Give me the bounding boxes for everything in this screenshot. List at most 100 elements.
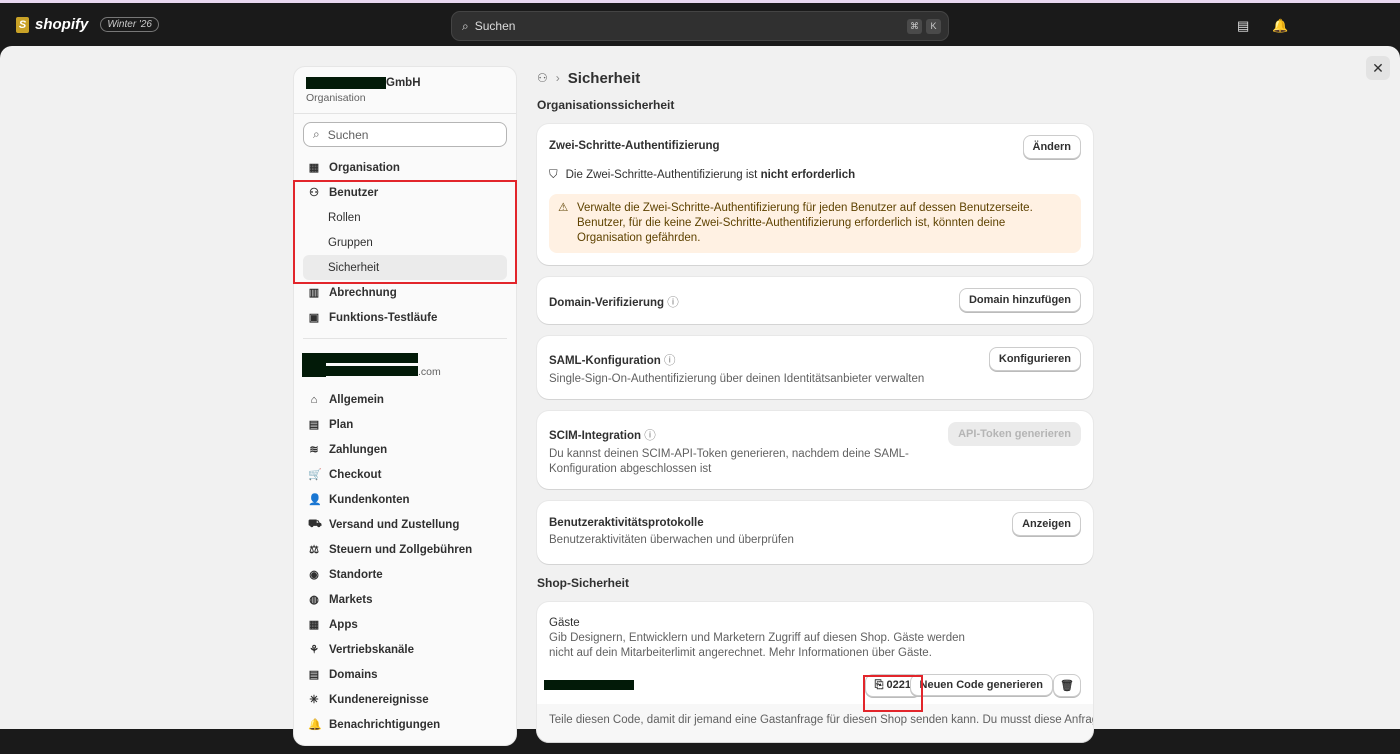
label: Kundenkonten <box>329 493 410 506</box>
sidebar-item-checkout[interactable]: 🛒 Checkout <box>294 462 516 487</box>
sidebar-item-zahlungen[interactable]: ≋ Zahlungen <box>294 437 516 462</box>
redacted-block <box>306 77 386 89</box>
store-icon[interactable]: ▤ <box>1237 18 1249 34</box>
sidebar-item-plan[interactable]: ▤ Plan <box>294 412 516 437</box>
title-text: SCIM-Integration <box>549 430 641 442</box>
sidebar-item-markets[interactable]: ◍ Markets <box>294 587 516 612</box>
card-desc: Gib Designern, Entwicklern und Marketern… <box>549 632 965 659</box>
main-content: ⚇ › Sicherheit Organisationssicherheit Zwe… <box>537 66 1093 754</box>
search-icon: ⌕ <box>462 18 469 33</box>
global-search[interactable]: ⌕ Suchen ⌘ K <box>451 11 949 41</box>
card-desc: Single-Sign-On-Authentifizierung über de… <box>549 373 925 385</box>
label: Checkout <box>329 468 382 481</box>
change-twofa-button[interactable]: Ändern <box>1022 135 1081 159</box>
chevron-right-icon: › <box>555 71 560 85</box>
label: Funktions-Testläufe <box>329 311 438 324</box>
configure-button[interactable]: Konfigurieren <box>988 347 1081 371</box>
add-domain-button[interactable]: Domain hinzufügen <box>958 288 1081 312</box>
highlight-box <box>863 675 923 712</box>
scim-card: SCIM-Integration ⓘ Du kannst deinen SCIM… <box>537 411 1093 489</box>
breadcrumb: ⚇ › Sicherheit <box>537 62 1093 94</box>
card-desc: Benutzeraktivitäten überwachen und überp… <box>549 534 794 546</box>
warning-text: Verwalte die Zwei-Schritte-Authentifizie… <box>577 202 1033 244</box>
shopify-logo[interactable]: Sshopify Winter '26 <box>16 16 159 33</box>
org-name: GmbH <box>386 77 421 90</box>
kbd-k: K <box>926 19 941 34</box>
sidebar-item-allgemein[interactable]: ⌂ Allgemein <box>294 387 516 412</box>
sidebar-item-benachrichtigungen[interactable]: 🔔 Benachrichtigungen <box>294 712 516 737</box>
clipboard-icon: ▣ <box>308 312 320 324</box>
nav-icon: 👤 <box>308 494 322 506</box>
top-bar: Sshopify Winter '26 ⌕ Suchen ⌘ K ▤ 🔔 <box>0 0 1400 46</box>
nav-icon: ⛟ <box>308 517 322 530</box>
label: Vertriebskanäle <box>329 643 415 656</box>
guests-card: Gäste Gib Designern, Entwicklern und Mar… <box>537 602 1093 742</box>
label: Markets <box>329 593 373 606</box>
search-placeholder: Suchen <box>327 127 369 142</box>
shield-icon: ⛉ <box>549 169 558 181</box>
nav-icon: ▤ <box>308 419 320 431</box>
nav-icon: ≋ <box>309 444 319 456</box>
sidebar-search-input[interactable]: ⌕ Suchen <box>303 122 507 147</box>
users-icon[interactable]: ⚇ <box>537 71 548 85</box>
label: Organisation <box>329 161 400 174</box>
sidebar-item-kundenkonten[interactable]: 👤 Kundenkonten <box>294 487 516 512</box>
card-title: Zwei-Schritte-Authentifizierung <box>549 140 720 152</box>
card-title: Benutzeraktivitätsprotokolle <box>549 517 704 529</box>
section-heading: Organisationssicherheit <box>537 98 675 112</box>
status-text: Die Zwei-Schritte-Authentifizierung ist <box>565 169 761 181</box>
info-icon[interactable]: ⓘ <box>667 297 679 309</box>
twofa-status: ⛉ Die Zwei-Schritte-Authentifizierung ist… <box>549 169 1081 182</box>
label: Apps <box>329 618 358 631</box>
settings-sidebar: GmbH Organisation ⌕ Suchen ▦ Organisation … <box>293 66 517 746</box>
sidebar-item-kundenereignisse[interactable]: ✳ Kundenereignisse <box>294 687 516 712</box>
bell-icon[interactable]: 🔔 <box>1272 18 1288 34</box>
section-heading: Shop-Sicherheit <box>537 576 630 590</box>
page-title: Sicherheit <box>567 69 641 87</box>
redacted-code <box>544 680 634 690</box>
sidebar-item-versand-und-zustellung[interactable]: ⛟ Versand und Zustellung <box>294 512 516 537</box>
sidebar-item-vertriebskanäle[interactable]: ⚘ Vertriebskanäle <box>294 637 516 662</box>
nav-icon: ⚖ <box>309 544 319 556</box>
label: Standorte <box>329 568 383 581</box>
label: Steuern und Zollgebühren <box>329 543 473 556</box>
divider <box>303 338 507 339</box>
info-icon[interactable]: ⓘ <box>664 355 676 367</box>
nav-icon: 🔔 <box>308 719 322 731</box>
card-desc: Du kannst deinen SCIM-API-Token generier… <box>549 448 909 475</box>
sidebar-item-steuern-und-zollgebühren[interactable]: ⚖ Steuern und Zollgebühren <box>294 537 516 562</box>
nav-icon: ⚘ <box>309 644 319 656</box>
info-icon[interactable]: ⓘ <box>644 430 656 442</box>
regenerate-code-button[interactable]: Neuen Code generieren <box>909 674 1053 696</box>
nav-icon: ✳ <box>309 694 319 706</box>
label: Kundenereignisse <box>329 693 429 706</box>
sidebar-item-standorte[interactable]: ◉ Standorte <box>294 562 516 587</box>
domain-card: Domain-Verifizierung ⓘ Domain hinzufügen <box>537 277 1093 324</box>
label: Versand und Zustellung <box>329 518 460 531</box>
label: Abrechnung <box>329 286 397 299</box>
view-logs-button[interactable]: Anzeigen <box>1012 512 1081 536</box>
sidebar-item-funktions-testlaeufe[interactable]: ▣ Funktions-Testläufe <box>294 305 516 330</box>
warning-icon: ⚠ <box>558 202 569 214</box>
settings-panel: ✕ GmbH Organisation ⌕ Suchen ▦ Organisatio… <box>0 46 1400 746</box>
search-placeholder: Suchen <box>474 19 516 33</box>
trash-icon[interactable]: 🗑 <box>1053 674 1081 697</box>
nav-icon: ⌂ <box>310 393 318 406</box>
title-text: SAML-Konfiguration <box>549 355 661 367</box>
close-icon[interactable]: ✕ <box>1366 56 1390 80</box>
nav-icon: 🛒 <box>308 469 322 481</box>
redacted-block <box>326 353 418 363</box>
api-token-button[interactable]: API-Token generieren <box>948 422 1081 446</box>
title-text: Domain-Verifizierung <box>549 297 665 309</box>
sidebar-item-domains[interactable]: ▤ Domains <box>294 662 516 687</box>
store-header[interactable]: .com <box>294 347 516 381</box>
label: Allgemein <box>329 393 384 406</box>
sidebar-item-organisation[interactable]: ▦ Organisation <box>294 155 516 180</box>
kbd-cmd: ⌘ <box>907 19 922 34</box>
status-bold: nicht erforderlich <box>760 169 856 181</box>
building-icon: ▦ <box>308 162 320 174</box>
store-nav: ⌂ Allgemein ▤ Plan ≋ Zahlungen 🛒 Checkout 👤 Kunde… <box>294 387 516 737</box>
brand-name: shopify <box>35 16 89 33</box>
sidebar-item-apps[interactable]: ▦ Apps <box>294 612 516 637</box>
nav-icon: ▤ <box>308 669 320 681</box>
